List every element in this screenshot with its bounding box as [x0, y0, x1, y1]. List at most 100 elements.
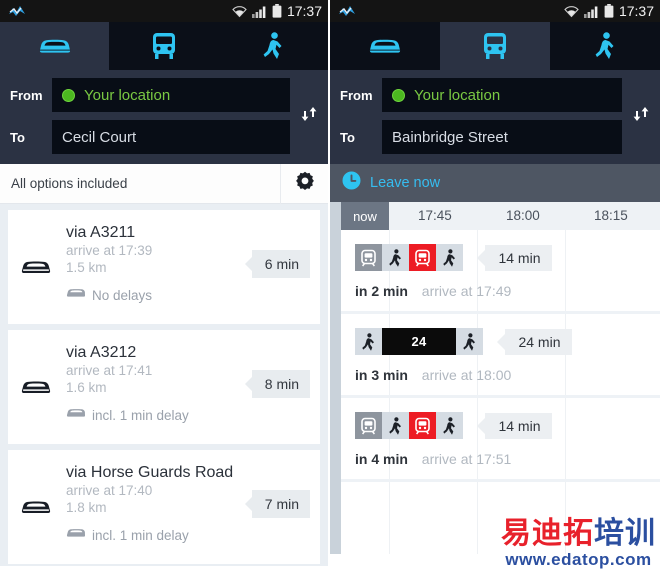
status-bar: 17:37	[0, 0, 328, 22]
train-icon	[355, 412, 382, 439]
trip-arrive: arrive at 18:00	[421, 367, 512, 383]
train-icon	[409, 244, 436, 271]
from-input-left[interactable]: Your location	[52, 78, 290, 112]
traffic-car-icon	[66, 526, 86, 544]
tab-car-left[interactable]	[0, 22, 110, 70]
tab-transit-left[interactable]	[109, 22, 219, 70]
route-search-right: From Your location To Bainbridge Street	[330, 70, 660, 164]
tab-transit-right[interactable]	[440, 22, 550, 70]
car-icon	[8, 450, 66, 564]
timeline-header: now 17:45 18:00 18:15	[330, 202, 660, 230]
options-bar: All options included	[0, 163, 328, 204]
current-location-dot-icon	[392, 88, 405, 102]
route-card[interactable]: via A3211 arrive at 17:39 1.5 km No dela…	[8, 210, 320, 324]
trip-duration-badge: 14 min	[485, 244, 553, 271]
route-card[interactable]: via A3212 arrive at 17:41 1.6 km incl. 1…	[8, 330, 320, 444]
trip-departs-in: in 4 min	[355, 451, 408, 467]
route-duration-badge: 8 min	[251, 370, 310, 398]
bus-icon	[482, 32, 508, 60]
timeline-now-badge[interactable]: now	[341, 202, 389, 230]
options-label: All options included	[11, 176, 128, 191]
swap-button-right[interactable]	[622, 78, 660, 154]
leave-now-label: Leave now	[370, 175, 441, 191]
right-panel-transit-directions: 17:37 From Your location To Bainbridge S…	[330, 0, 660, 574]
route-traffic: incl. 1 min delay	[92, 407, 189, 423]
trip-departs-in: in 2 min	[355, 283, 408, 299]
swap-button-left[interactable]	[290, 78, 328, 154]
route-title: via Horse Guards Road	[66, 464, 234, 481]
from-row-left: From Your location	[0, 78, 290, 112]
left-panel-car-directions: 17:37 From Your location To Cecil Court …	[0, 0, 330, 574]
pedestrian-icon	[456, 328, 483, 355]
traffic-car-icon	[66, 286, 86, 304]
pedestrian-icon	[594, 32, 616, 60]
car-icon	[8, 330, 66, 444]
mode-tab-bar-left	[0, 22, 328, 70]
transit-trip-row[interactable]: 14 min in 2 min arrive at 17:49	[341, 230, 660, 314]
gear-icon	[295, 171, 315, 196]
transit-timeline: now 17:45 18:00 18:15 14 min in 2 min ar…	[330, 202, 660, 554]
to-input-right[interactable]: Bainbridge Street	[382, 120, 622, 154]
trip-segment-strip	[355, 412, 463, 439]
mode-tab-bar-right	[330, 22, 660, 70]
wifi-icon	[564, 5, 579, 18]
route-traffic: incl. 1 min delay	[92, 527, 189, 543]
from-label-left: From	[10, 87, 43, 103]
route-title: via A3212	[66, 344, 137, 361]
bus-icon	[151, 32, 177, 60]
screenshot-root: 17:37 From Your location To Cecil Court …	[0, 0, 660, 574]
route-title: via A3211	[66, 224, 136, 241]
timeline-tick-labels: 17:45 18:00 18:15	[389, 202, 660, 230]
current-location-dot-icon	[62, 88, 75, 102]
to-label-right: To	[340, 129, 355, 145]
status-bar-clock: 17:37	[286, 3, 322, 19]
trip-departs-in: in 3 min	[355, 367, 408, 383]
from-input-right[interactable]: Your location	[382, 78, 622, 112]
battery-icon	[272, 4, 282, 18]
from-row-right: From Your location	[330, 78, 622, 112]
pedestrian-icon	[436, 244, 463, 271]
battery-icon	[604, 4, 614, 18]
tab-car-right[interactable]	[330, 22, 440, 70]
timeline-body: 14 min in 2 min arrive at 17:49 24 24 mi…	[330, 230, 660, 554]
to-value-right: Bainbridge Street	[392, 128, 508, 146]
pedestrian-icon	[262, 32, 284, 60]
status-bar-clock: 17:37	[618, 3, 654, 19]
trip-segment-strip: 24	[355, 328, 483, 355]
to-input-left[interactable]: Cecil Court	[52, 120, 290, 154]
to-row-right: To Bainbridge Street	[330, 120, 622, 154]
car-route-list: via A3211 arrive at 17:39 1.5 km No dela…	[0, 204, 328, 566]
tab-walk-left[interactable]	[218, 22, 328, 70]
app-logo-icon	[8, 4, 28, 18]
clock-icon	[342, 171, 361, 195]
leave-now-bar[interactable]: Leave now	[330, 164, 660, 202]
trip-arrive: arrive at 17:51	[421, 451, 512, 467]
timeline-gutter-body	[330, 230, 341, 554]
car-icon	[8, 210, 66, 324]
transit-trip-row[interactable]: 24 24 min in 3 min arrive at 18:00	[341, 314, 660, 398]
trip-duration-badge: 14 min	[485, 412, 553, 439]
transit-trip-list: 14 min in 2 min arrive at 17:49 24 24 mi…	[341, 230, 660, 554]
traffic-car-icon	[66, 406, 86, 424]
status-bar: 17:37	[330, 0, 660, 22]
pedestrian-icon	[382, 244, 409, 271]
train-icon	[409, 412, 436, 439]
timeline-gutter	[330, 202, 341, 230]
from-label-right: From	[340, 87, 373, 103]
timeline-tick: 18:15	[594, 208, 628, 223]
route-traffic: No delays	[92, 287, 153, 303]
train-icon	[355, 244, 382, 271]
from-value-right: Your location	[414, 86, 501, 104]
route-card[interactable]: via Horse Guards Road arrive at 17:40 1.…	[8, 450, 320, 564]
route-settings-button[interactable]	[280, 163, 328, 204]
to-label-left: To	[10, 129, 25, 145]
timeline-tick: 17:45	[418, 208, 452, 223]
swap-arrows-icon	[300, 106, 318, 127]
to-value-left: Cecil Court	[62, 128, 137, 146]
transit-trip-row[interactable]: 14 min in 4 min arrive at 17:51	[341, 398, 660, 482]
to-row-left: To Cecil Court	[0, 120, 290, 154]
timeline-tick: 18:00	[506, 208, 540, 223]
swap-arrows-icon	[632, 106, 650, 127]
tab-walk-right[interactable]	[550, 22, 660, 70]
route-duration-badge: 7 min	[251, 490, 310, 518]
